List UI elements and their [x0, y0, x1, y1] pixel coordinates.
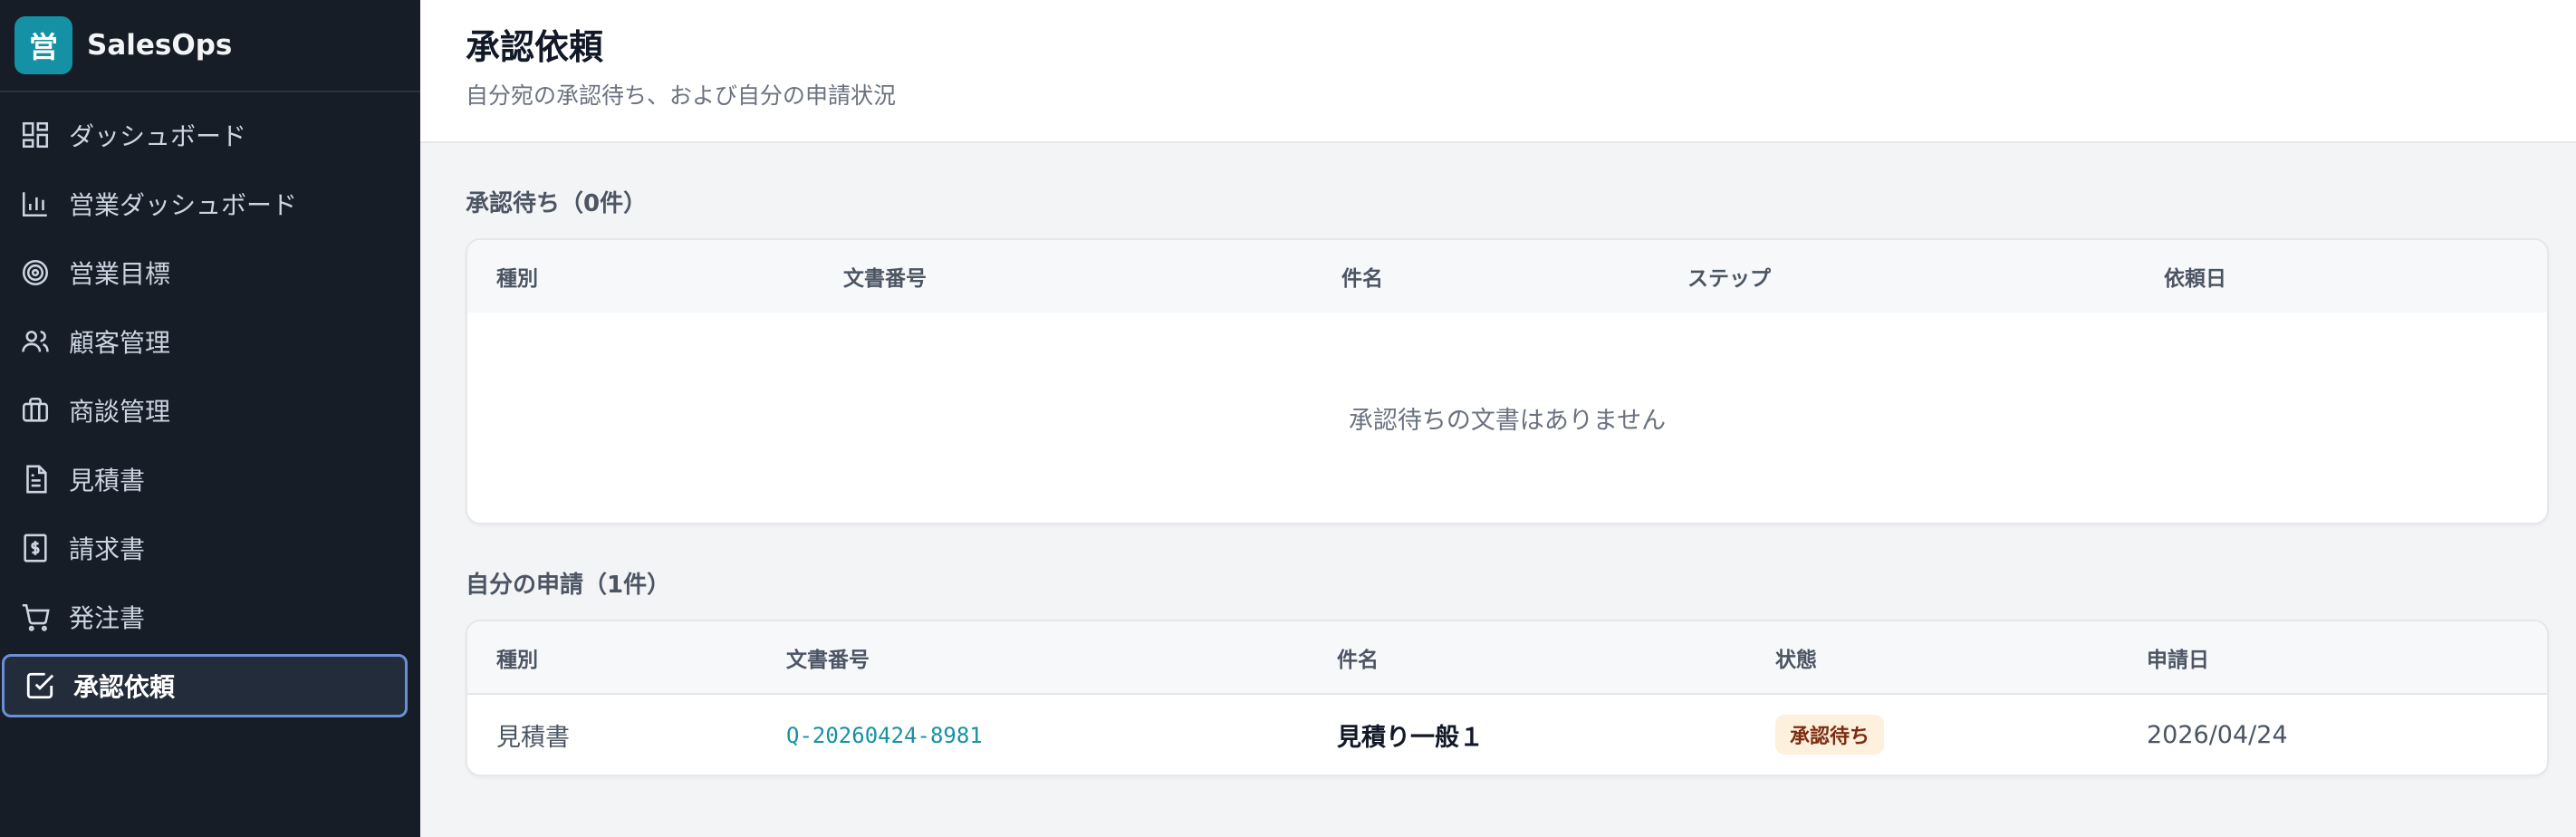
pending-table-card: 種別 文書番号 件名 ステップ 依頼日 承認待ちの文書はありません	[466, 238, 2549, 524]
target-icon	[20, 257, 51, 288]
column-header-request-date[interactable]: 依頼日	[2135, 240, 2547, 313]
my-requests-section-title: 自分の申請（1件）	[466, 572, 671, 599]
page-header: 承認依頼 自分宛の承認待ち、および自分の申請状況	[420, 0, 2576, 143]
invoice-icon	[20, 533, 51, 563]
cell-subject: 見積り一般１	[1337, 723, 1484, 752]
brand-logo: 営	[14, 16, 72, 74]
sidebar-item-label: 請求書	[69, 534, 146, 564]
empty-state-message: 承認待ちの文書はありません	[1348, 406, 1667, 435]
my-requests-table-header: 種別 文書番号 件名 状態 申請日	[467, 621, 2547, 695]
users-icon	[20, 326, 51, 357]
sidebar-item-invoices[interactable]: 請求書	[0, 516, 409, 580]
cell-type: 見積書	[496, 723, 570, 752]
sidebar-item-label: 発注書	[69, 603, 146, 633]
page-subtitle: 自分宛の承認待ち、および自分の申請状況	[466, 82, 897, 109]
sidebar-item-dashboard[interactable]: ダッシュボード	[0, 103, 409, 167]
doc-number-link[interactable]: Q-20260424-8981	[786, 723, 983, 748]
column-header-submitted-date[interactable]: 申請日	[2118, 621, 2547, 695]
my-requests-table-card: 種別 文書番号 件名 状態 申請日 見積書 Q-20260424-8981 見積…	[466, 620, 2549, 776]
sidebar-item-quotes[interactable]: 見積書	[0, 447, 409, 511]
sidebar-item-approvals[interactable]: 承認依頼	[2, 654, 408, 717]
sidebar-item-purchase-orders[interactable]: 発注書	[0, 585, 409, 649]
cell-status: 承認待ち	[1746, 694, 2118, 774]
column-header-doc-no[interactable]: 文書番号	[814, 240, 1312, 313]
sidebar-item-label: 商談管理	[69, 397, 171, 427]
sidebar-item-label: 営業目標	[69, 259, 171, 289]
sidebar-item-label: 見積書	[69, 466, 146, 495]
sidebar-item-label: 営業ダッシュボード	[69, 190, 298, 220]
table-row[interactable]: 見積書 Q-20260424-8981 見積り一般１ 承認待ち 2026/04/…	[467, 694, 2547, 774]
sidebar-item-label: ダッシュボード	[69, 121, 247, 151]
sidebar-item-label: 顧客管理	[69, 328, 171, 358]
brand[interactable]: 営 SalesOps	[0, 0, 420, 92]
sidebar: 営 SalesOps ダッシュボード 営業ダッシュボード 営業目標 顧客管理 商…	[0, 0, 420, 837]
sidebar-item-sales-targets[interactable]: 営業目標	[0, 241, 409, 304]
column-header-subject[interactable]: 件名	[1312, 240, 1658, 313]
cart-icon	[20, 601, 51, 632]
cell-date: 2026/04/24	[2147, 720, 2288, 749]
column-header-type[interactable]: 種別	[467, 240, 814, 313]
sidebar-item-deals[interactable]: 商談管理	[0, 379, 409, 442]
briefcase-icon	[20, 395, 51, 426]
sidebar-item-customers[interactable]: 顧客管理	[0, 310, 409, 373]
column-header-type[interactable]: 種別	[467, 621, 757, 695]
pending-section-title: 承認待ち（0件）	[466, 190, 648, 217]
empty-state-row: 承認待ちの文書はありません	[467, 313, 2547, 523]
dashboard-icon	[20, 120, 51, 150]
check-square-icon	[24, 670, 55, 701]
status-badge: 承認待ち	[1775, 715, 1885, 755]
sidebar-item-label: 承認依頼	[73, 672, 176, 702]
sidebar-nav: ダッシュボード 営業ダッシュボード 営業目標 顧客管理 商談管理 見積書 請求書…	[0, 92, 420, 723]
column-header-doc-no[interactable]: 文書番号	[757, 621, 1308, 695]
column-header-subject[interactable]: 件名	[1308, 621, 1746, 695]
column-header-status[interactable]: 状態	[1746, 621, 2118, 695]
main-content: 承認依頼 自分宛の承認待ち、および自分の申請状況 承認待ち（0件） 種別 文書番…	[420, 0, 2576, 837]
cell-doc-no: Q-20260424-8981	[757, 694, 1308, 774]
column-header-step[interactable]: ステップ	[1658, 240, 2135, 313]
page-title: 承認依頼	[466, 27, 604, 67]
sidebar-item-sales-dashboard[interactable]: 営業ダッシュボード	[0, 172, 409, 236]
my-requests-table: 種別 文書番号 件名 状態 申請日 見積書 Q-20260424-8981 見積…	[467, 621, 2547, 774]
pending-table-header: 種別 文書番号 件名 ステップ 依頼日	[467, 240, 2547, 313]
bar-chart-icon	[20, 188, 51, 219]
brand-name: SalesOps	[87, 29, 233, 62]
document-icon	[20, 464, 51, 495]
pending-table: 種別 文書番号 件名 ステップ 依頼日 承認待ちの文書はありません	[467, 240, 2547, 523]
content-area: 承認待ち（0件） 種別 文書番号 件名 ステップ 依頼日 承認待ちの文書はありま…	[420, 185, 2576, 776]
